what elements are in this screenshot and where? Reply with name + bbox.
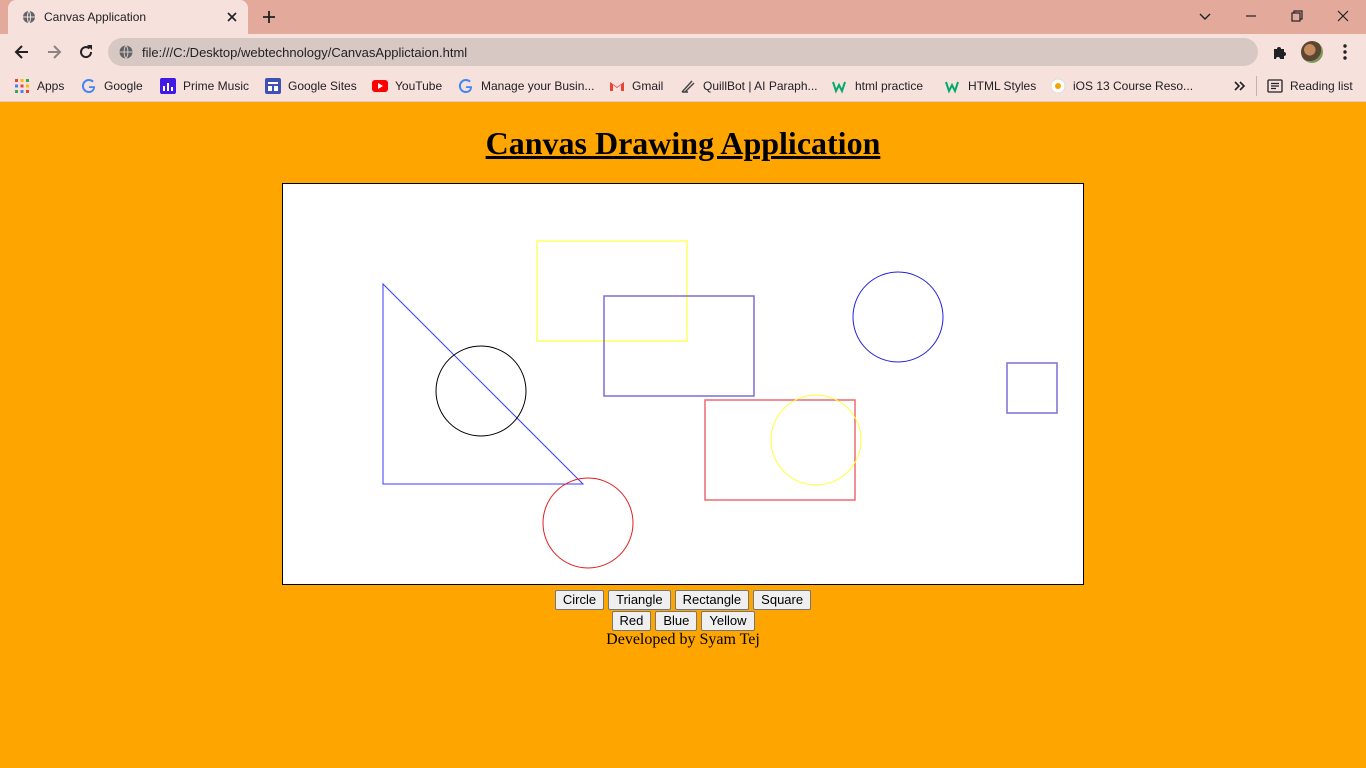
extensions-puzzle-icon[interactable]	[1271, 43, 1289, 61]
bookmark-label: Prime Music	[183, 79, 250, 93]
bookmark-label: Gmail	[632, 79, 664, 93]
bookmark-label: iOS 13 Course Reso...	[1073, 79, 1194, 93]
canvas-circle-blue	[852, 271, 944, 363]
rectangle-button[interactable]: Rectangle	[674, 590, 750, 610]
address-bar[interactable]: file:///C:/Desktop/webtechnology/CanvasA…	[108, 38, 1258, 66]
more-bookmarks-chevron-icon[interactable]	[1232, 78, 1248, 94]
yellow-button[interactable]: Yellow	[701, 611, 755, 631]
google-icon	[81, 79, 96, 94]
youtube-icon	[372, 80, 388, 92]
bookmark-prime-music[interactable]: Prime Music	[160, 77, 249, 95]
prime-music-icon	[160, 78, 176, 94]
globe-icon	[23, 10, 35, 24]
canvas-rectangle-red	[704, 399, 856, 501]
bookmark-manage-business[interactable]: Manage your Busin...	[458, 77, 594, 95]
canvas-square-blue	[1006, 362, 1058, 414]
window-close-icon[interactable]	[1333, 6, 1353, 26]
bookmark-label: YouTube	[395, 79, 443, 93]
google-icon	[458, 79, 473, 94]
bookmarks-bar: Apps Google Prime Music Google Sites You…	[0, 70, 1366, 102]
profile-avatar[interactable]	[1301, 41, 1323, 63]
canvas-rectangle-blue	[603, 295, 755, 397]
reload-icon[interactable]	[76, 42, 96, 62]
color-button-row: Red Blue Yellow	[0, 611, 1366, 631]
google-sites-icon	[265, 78, 281, 94]
forward-arrow-icon[interactable]	[44, 42, 64, 62]
browser-titlebar: Canvas Application	[0, 0, 1366, 34]
page-content: Canvas Drawing Application Circle Triang…	[0, 103, 1366, 768]
course-icon	[1050, 78, 1066, 94]
close-icon[interactable]	[224, 9, 240, 25]
bookmark-gmail[interactable]: Gmail	[609, 77, 663, 95]
reading-list-label: Reading list	[1290, 79, 1353, 93]
triangle-button[interactable]: Triangle	[608, 590, 671, 610]
canvas-circle-yellow	[770, 394, 862, 486]
quillbot-icon	[681, 80, 695, 93]
new-tab-icon[interactable]	[260, 8, 278, 26]
bookmark-google[interactable]: Google	[81, 77, 143, 95]
bookmark-label: html practice	[855, 79, 924, 93]
site-info-globe-icon[interactable]	[118, 44, 134, 60]
more-menu-icon[interactable]	[1336, 42, 1354, 62]
restore-icon[interactable]	[1287, 6, 1307, 26]
circle-button[interactable]: Circle	[554, 590, 605, 610]
gmail-icon	[610, 82, 624, 91]
canvas-drawing	[382, 240, 1058, 569]
drawing-canvas[interactable]	[282, 183, 1084, 585]
footer-credit: Developed by Syam Tej	[606, 631, 760, 648]
shape-button-row: Circle Triangle Rectangle Square	[0, 590, 1366, 610]
canvas-triangle-blue	[382, 282, 585, 485]
back-arrow-icon[interactable]	[12, 42, 32, 62]
reading-list-icon	[1267, 79, 1283, 93]
reading-list-button[interactable]: Reading list	[1267, 77, 1353, 95]
red-button[interactable]: Red	[611, 611, 652, 631]
bookmark-quillbot[interactable]: QuillBot | AI Paraph...	[680, 77, 818, 95]
square-button[interactable]: Square	[753, 590, 812, 610]
bookmark-apps[interactable]: Apps	[14, 77, 64, 95]
bookmark-youtube[interactable]: YouTube	[372, 77, 442, 95]
bookmark-label: QuillBot | AI Paraph...	[703, 79, 818, 93]
w3schools-icon	[945, 81, 959, 94]
bookmark-label: Google	[104, 79, 143, 93]
apps-grid-icon	[15, 79, 29, 93]
canvas-rectangle-yellow	[536, 240, 688, 342]
bookmark-label: Manage your Busin...	[481, 79, 595, 93]
browser-tab[interactable]: Canvas Application	[8, 0, 248, 34]
bookmark-ios-course[interactable]: iOS 13 Course Reso...	[1050, 77, 1193, 95]
bookmark-google-sites[interactable]: Google Sites	[265, 77, 357, 95]
bookmark-label: HTML Styles	[968, 79, 1037, 93]
canvas-circle-black	[435, 345, 527, 437]
bookmark-html-styles[interactable]: HTML Styles	[945, 77, 1036, 95]
page-title: Canvas Drawing Application	[485, 125, 881, 161]
tab-search-chevron-icon[interactable]	[1195, 6, 1215, 26]
bookmark-html-practice[interactable]: html practice	[832, 77, 923, 95]
canvas-circle-red	[542, 477, 634, 569]
minimize-icon[interactable]	[1241, 6, 1261, 26]
url-text[interactable]: file:///C:/Desktop/webtechnology/CanvasA…	[142, 45, 467, 60]
bookmark-label: Apps	[37, 79, 65, 93]
browser-toolbar: file:///C:/Desktop/webtechnology/CanvasA…	[0, 34, 1366, 70]
bookmarks-divider	[1256, 76, 1257, 96]
tab-title: Canvas Application	[44, 10, 147, 24]
blue-button[interactable]: Blue	[655, 611, 698, 631]
w3schools-icon	[832, 81, 846, 94]
bookmark-label: Google Sites	[288, 79, 357, 93]
